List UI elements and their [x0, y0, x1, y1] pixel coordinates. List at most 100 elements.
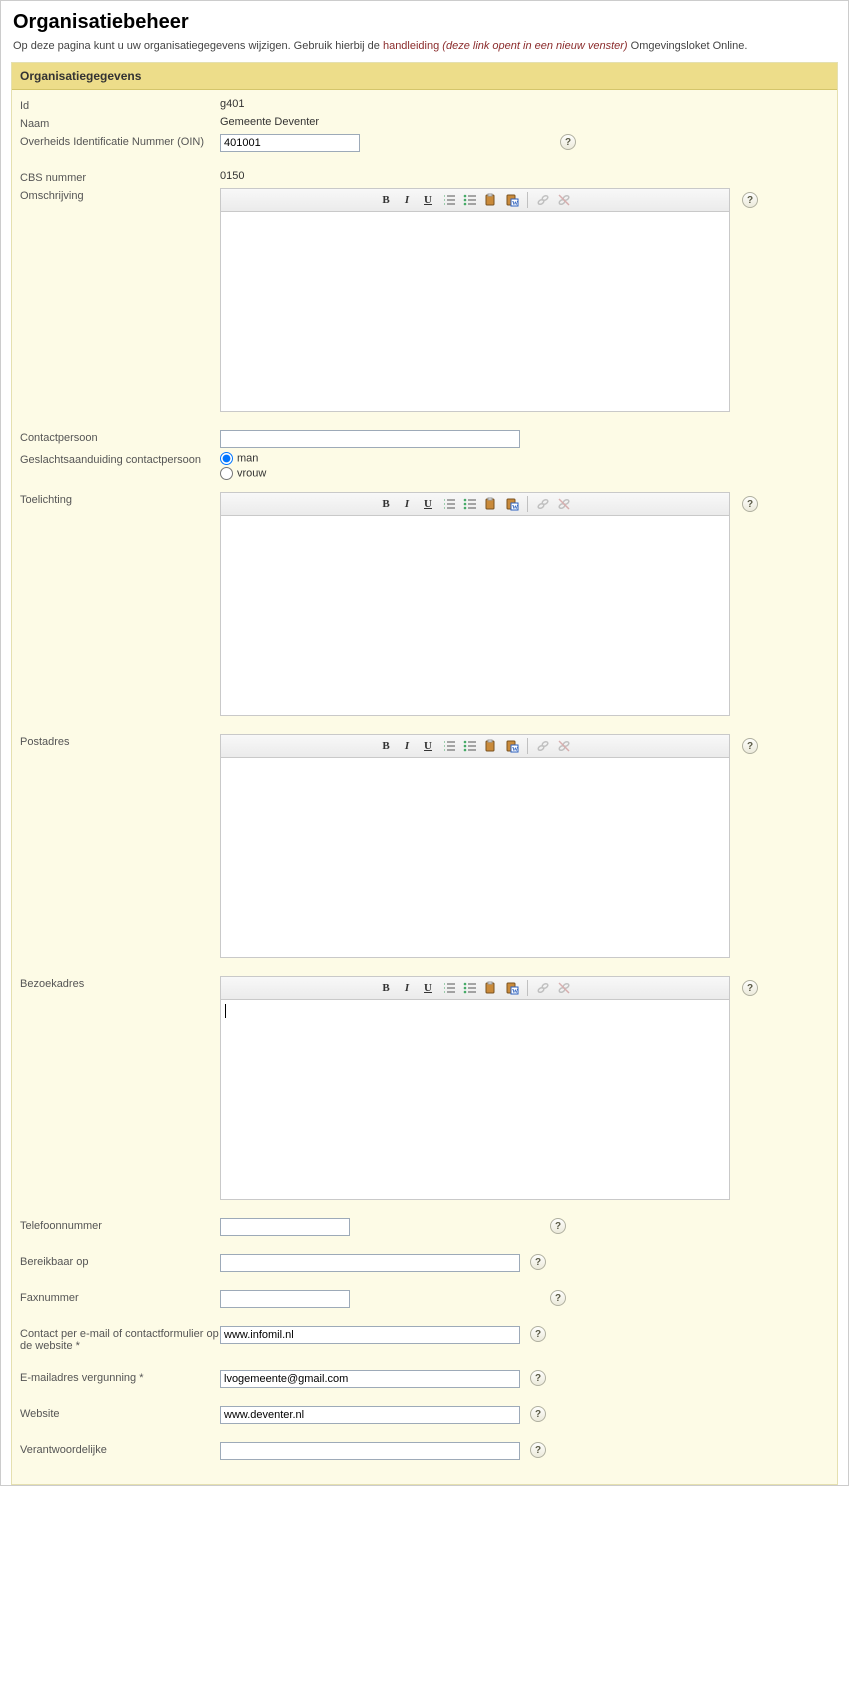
rte-toolbar: B I U W	[220, 188, 730, 212]
ordered-list-icon[interactable]	[440, 737, 458, 755]
rte-postadres: B I U W	[220, 734, 730, 958]
ordered-list-icon[interactable]	[440, 191, 458, 209]
intro-pre: Op deze pagina kunt u uw organisatiegege…	[13, 40, 383, 52]
ordered-list-icon[interactable]	[440, 979, 458, 997]
website-input[interactable]	[220, 1406, 520, 1424]
verantwoordelijke-input[interactable]	[220, 1442, 520, 1460]
unordered-list-icon[interactable]	[461, 495, 479, 513]
contactemail-input[interactable]	[220, 1326, 520, 1344]
underline-icon[interactable]: U	[419, 495, 437, 513]
link-icon[interactable]	[534, 191, 552, 209]
rte-bezoekadres: B I U W	[220, 976, 730, 1200]
help-icon[interactable]: ?	[742, 738, 758, 754]
radio-man[interactable]	[220, 452, 233, 465]
paste-icon[interactable]	[482, 495, 500, 513]
page-title: Organisatiebeheer	[13, 11, 836, 34]
paste-icon[interactable]	[482, 191, 500, 209]
svg-text:W: W	[512, 989, 518, 995]
paste-word-icon[interactable]: W	[503, 191, 521, 209]
help-icon[interactable]: ?	[550, 1290, 566, 1306]
unordered-list-icon[interactable]	[461, 191, 479, 209]
paste-icon[interactable]	[482, 979, 500, 997]
radio-man-label[interactable]: man	[220, 452, 266, 465]
rte-toelichting: B I U W	[220, 492, 730, 716]
help-icon[interactable]: ?	[550, 1218, 566, 1234]
italic-icon[interactable]: I	[398, 191, 416, 209]
help-icon[interactable]: ?	[530, 1326, 546, 1342]
underline-icon[interactable]: U	[419, 737, 437, 755]
telefoon-input[interactable]	[220, 1218, 350, 1236]
label-verantwoordelijke: Verantwoordelijke	[20, 1442, 220, 1456]
toolbar-separator	[527, 738, 528, 754]
unlink-icon[interactable]	[555, 979, 573, 997]
omschrijving-textarea[interactable]	[220, 212, 730, 412]
help-icon[interactable]: ?	[530, 1406, 546, 1422]
postadres-textarea[interactable]	[220, 758, 730, 958]
bold-icon[interactable]: B	[377, 737, 395, 755]
help-icon[interactable]: ?	[742, 980, 758, 996]
paste-word-icon[interactable]: W	[503, 737, 521, 755]
bold-icon[interactable]: B	[377, 495, 395, 513]
svg-text:W: W	[512, 201, 518, 207]
bezoekadres-textarea[interactable]	[220, 1000, 730, 1200]
italic-icon[interactable]: I	[398, 737, 416, 755]
label-contactemail: Contact per e-mail of contactformulier o…	[20, 1326, 220, 1352]
contactpersoon-input[interactable]	[220, 430, 520, 448]
fax-input[interactable]	[220, 1290, 350, 1308]
bold-icon[interactable]: B	[377, 979, 395, 997]
link-icon[interactable]	[534, 979, 552, 997]
toolbar-separator	[527, 496, 528, 512]
page-container: Organisatiebeheer Op deze pagina kunt u …	[0, 0, 849, 1486]
label-fax: Faxnummer	[20, 1290, 220, 1304]
radio-vrouw-label[interactable]: vrouw	[220, 467, 266, 480]
label-geslacht: Geslachtsaanduiding contactpersoon	[20, 452, 220, 466]
toolbar-separator	[527, 192, 528, 208]
bold-icon[interactable]: B	[377, 191, 395, 209]
rte-toolbar: B I U W	[220, 734, 730, 758]
underline-icon[interactable]: U	[419, 191, 437, 209]
help-icon[interactable]: ?	[530, 1442, 546, 1458]
label-omschrijving: Omschrijving	[20, 188, 220, 202]
unlink-icon[interactable]	[555, 737, 573, 755]
paste-word-icon[interactable]: W	[503, 495, 521, 513]
handleiding-link[interactable]: handleiding	[383, 40, 439, 52]
svg-text:W: W	[512, 505, 518, 511]
rte-toolbar: B I U W	[220, 976, 730, 1000]
paste-icon[interactable]	[482, 737, 500, 755]
label-cbs: CBS nummer	[20, 170, 220, 184]
oin-input[interactable]	[220, 134, 360, 152]
label-bereikbaar: Bereikbaar op	[20, 1254, 220, 1268]
italic-icon[interactable]: I	[398, 495, 416, 513]
underline-icon[interactable]: U	[419, 979, 437, 997]
form-body: Id g401 Naam Gemeente Deventer Overheids…	[12, 90, 837, 1484]
bereikbaar-input[interactable]	[220, 1254, 520, 1272]
label-oin: Overheids Identificatie Nummer (OIN)	[20, 134, 220, 148]
rte-omschrijving: B I U W	[220, 188, 730, 412]
italic-icon[interactable]: I	[398, 979, 416, 997]
label-bezoekadres: Bezoekadres	[20, 976, 220, 990]
toelichting-textarea[interactable]	[220, 516, 730, 716]
unordered-list-icon[interactable]	[461, 979, 479, 997]
help-icon[interactable]: ?	[560, 134, 576, 150]
gender-radio-group: man vrouw	[220, 452, 266, 482]
unlink-icon[interactable]	[555, 495, 573, 513]
link-icon[interactable]	[534, 495, 552, 513]
label-contactpersoon: Contactpersoon	[20, 430, 220, 444]
help-icon[interactable]: ?	[530, 1370, 546, 1386]
unordered-list-icon[interactable]	[461, 737, 479, 755]
paste-word-icon[interactable]: W	[503, 979, 521, 997]
emailvergunning-input[interactable]	[220, 1370, 520, 1388]
help-icon[interactable]: ?	[742, 192, 758, 208]
radio-vrouw[interactable]	[220, 467, 233, 480]
help-icon[interactable]: ?	[530, 1254, 546, 1270]
label-postadres: Postadres	[20, 734, 220, 748]
label-toelichting: Toelichting	[20, 492, 220, 506]
rte-toolbar: B I U W	[220, 492, 730, 516]
ordered-list-icon[interactable]	[440, 495, 458, 513]
label-naam: Naam	[20, 116, 220, 130]
label-id: Id	[20, 98, 220, 112]
help-icon[interactable]: ?	[742, 496, 758, 512]
unlink-icon[interactable]	[555, 191, 573, 209]
value-cbs: 0150	[220, 170, 244, 182]
link-icon[interactable]	[534, 737, 552, 755]
